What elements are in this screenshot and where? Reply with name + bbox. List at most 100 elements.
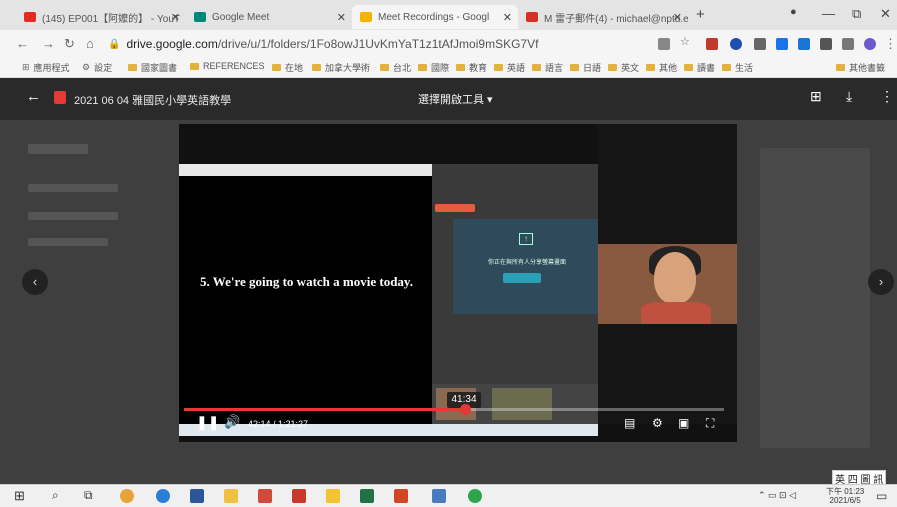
acrobat-icon[interactable] [258, 489, 272, 503]
present-icon: ↑ [519, 233, 533, 245]
bookmark-item[interactable]: ⚙ 設定 [82, 61, 112, 74]
fullscreen-icon[interactable]: ⛶ [706, 416, 714, 431]
pause-icon[interactable]: ❚❚ [196, 414, 219, 431]
folder-icon [684, 64, 693, 71]
bookmark-item[interactable]: 日語 [570, 61, 601, 74]
close-icon[interactable]: ✕ [171, 11, 180, 24]
new-tab-button[interactable]: + [696, 6, 705, 23]
app-icon[interactable] [432, 489, 446, 503]
extension-icon[interactable] [776, 38, 788, 50]
edge-icon[interactable] [156, 489, 170, 503]
bookmark-item[interactable]: 台北 [380, 61, 411, 74]
gear-icon: ⚙ [82, 62, 91, 72]
bookmark-item[interactable]: 英文 [608, 61, 639, 74]
bookmark-item[interactable]: 國家圖書 [128, 61, 177, 74]
video-frame [179, 164, 434, 424]
folder-icon [418, 64, 427, 71]
drive-background [28, 212, 118, 220]
participant-tile [492, 388, 552, 420]
seek-handle[interactable] [459, 404, 471, 415]
bookmark-item[interactable]: REFERENCES [190, 61, 265, 71]
clock-time: 下午 01:23 [826, 487, 865, 496]
close-icon[interactable]: ✕ [503, 11, 512, 24]
tab-gmail[interactable]: M 雷子郵件(4) - michael@nptu.edu ✕ [518, 5, 688, 29]
gmail-icon [526, 12, 538, 22]
tab-drive[interactable]: Meet Recordings - Googl ✕ [352, 5, 518, 29]
folder-icon [836, 64, 845, 71]
meet-icon [194, 12, 206, 22]
pdf-icon[interactable] [292, 489, 306, 503]
forward-icon[interactable]: → [42, 36, 55, 51]
bookmark-item[interactable]: ⊞ 應用程式 [22, 61, 70, 74]
notification-icon[interactable]: ▭ [876, 489, 887, 503]
bookmark-item[interactable]: 其他 [646, 61, 677, 74]
next-file-button[interactable]: › [868, 269, 894, 295]
extension-icon[interactable] [798, 38, 810, 50]
task-view-icon[interactable]: ⧉ [84, 488, 93, 503]
previous-file-button[interactable]: ‹ [22, 269, 48, 295]
meet-chip [435, 204, 475, 212]
chrome-icon[interactable] [120, 489, 134, 503]
miniplayer-icon[interactable]: ▣ [678, 416, 689, 430]
home-icon[interactable]: ⌂ [86, 36, 94, 51]
search-icon[interactable]: ⌕ [52, 488, 59, 503]
bookmark-item[interactable]: 英語 [494, 61, 525, 74]
other-bookmarks[interactable]: 其他書籤 [836, 61, 885, 74]
tab-meet[interactable]: Google Meet ✕ [186, 5, 352, 29]
powerpoint-icon[interactable] [394, 489, 408, 503]
profile-icon[interactable]: ● [790, 6, 797, 18]
playlist-icon[interactable] [842, 38, 854, 50]
back-arrow-icon[interactable]: ← [26, 88, 41, 105]
folder-icon [128, 64, 137, 71]
bookmark-item[interactable]: 生活 [722, 61, 753, 74]
drive-background [760, 148, 870, 448]
clock[interactable]: 下午 01:23 2021/6/5 [826, 487, 864, 505]
app-icon[interactable] [326, 489, 340, 503]
more-options-icon[interactable]: ⋮ [880, 88, 894, 105]
restore-button[interactable]: ⧉ [852, 6, 861, 22]
extension-icon[interactable] [706, 38, 718, 50]
bookmark-item[interactable]: 讀書 [684, 61, 715, 74]
bookmark-item[interactable]: 加拿大學術 [312, 61, 370, 74]
folder-icon [272, 64, 281, 71]
download-icon[interactable]: ⤓ [846, 88, 852, 105]
tab-youtube[interactable]: (145) EP001【阿嬤的】 - YouT ✕ [16, 5, 186, 29]
back-icon[interactable]: ← [16, 36, 29, 51]
line-icon[interactable] [468, 489, 482, 503]
bookmark-item[interactable]: 語言 [532, 61, 563, 74]
translate-icon[interactable] [658, 38, 670, 50]
extension-icon[interactable] [754, 38, 766, 50]
browser-toolbar: ← → ↻ ⌂ 🔒 drive.google.com /drive/u/1/fo… [0, 30, 897, 58]
folder-icon [722, 64, 731, 71]
close-icon[interactable]: ✕ [673, 11, 682, 24]
captions-icon[interactable]: ▤ [624, 416, 635, 430]
seek-bar[interactable] [184, 404, 724, 415]
word-icon[interactable] [190, 489, 204, 503]
open-with-button[interactable]: 選擇開啟工具 ▾ [418, 91, 493, 107]
minimize-button[interactable]: — [822, 6, 835, 21]
tray-icons[interactable]: ⌃ ▭ ⊡ ◁ [758, 490, 796, 501]
settings-icon[interactable]: ⚙ [652, 416, 663, 430]
bookmark-item[interactable]: 在地 [272, 61, 303, 74]
stop-presenting-button[interactable] [503, 273, 541, 283]
avatar[interactable] [864, 38, 876, 50]
file-title: 2021 06 04 雅國民小學英語教學 [74, 95, 232, 107]
bookmark-item[interactable]: 教育 [456, 61, 487, 74]
close-window-button[interactable]: ✕ [880, 6, 891, 22]
excel-icon[interactable] [360, 489, 374, 503]
address-bar[interactable]: 🔒 drive.google.com /drive/u/1/folders/1F… [108, 34, 648, 54]
bookmark-item[interactable]: 國際 [418, 61, 449, 74]
folder-icon [456, 64, 465, 71]
start-icon[interactable]: ⊞ [14, 488, 25, 504]
file-explorer-icon[interactable] [224, 489, 238, 503]
reload-icon[interactable]: ↻ [64, 36, 75, 52]
close-icon[interactable]: ✕ [337, 11, 346, 24]
star-icon[interactable]: ☆ [680, 35, 692, 48]
extension-icon[interactable] [730, 38, 742, 50]
clock-date: 2021/6/5 [829, 496, 861, 505]
add-to-drive-icon[interactable]: ⊞ [810, 88, 822, 105]
menu-icon[interactable]: ⋮ [884, 36, 897, 52]
puzzle-icon[interactable] [820, 38, 832, 50]
tab-strip: (145) EP001【阿嬤的】 - YouT ✕ Google Meet ✕ … [0, 0, 897, 30]
volume-icon[interactable]: 🔊 [224, 414, 240, 430]
